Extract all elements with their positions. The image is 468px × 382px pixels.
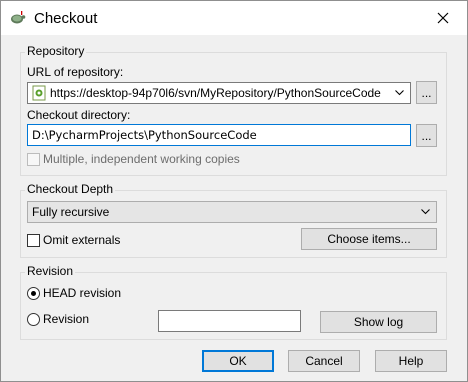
revision-number-field[interactable]	[158, 310, 301, 332]
help-label: Help	[398, 354, 424, 368]
radio-selected-dot	[31, 291, 36, 296]
window-title: Checkout	[34, 10, 98, 27]
revision-label: Revision	[43, 312, 90, 326]
url-combobox[interactable]: https://desktop-94p70l6/svn/MyRepository…	[27, 82, 411, 104]
revision-radio[interactable]	[27, 313, 40, 326]
multiple-copies-checkbox[interactable]	[27, 153, 40, 166]
head-revision-label: HEAD revision	[43, 286, 122, 300]
title-bar[interactable]: Checkout	[1, 1, 467, 35]
show-log-label: Show log	[353, 315, 404, 329]
chevron-down-icon	[421, 209, 430, 215]
omit-externals-label: Omit externals	[43, 233, 121, 247]
ok-button[interactable]: OK	[202, 350, 274, 372]
repository-legend: Repository	[25, 44, 87, 58]
checkout-dir-value: D:\PycharmProjects\PythonSourceCode	[32, 128, 257, 142]
chevron-down-icon	[395, 90, 404, 96]
close-icon	[437, 12, 449, 24]
checkout-dir-label: Checkout directory:	[27, 108, 131, 122]
url-value: https://desktop-94p70l6/svn/MyRepository…	[50, 86, 381, 100]
close-button[interactable]	[431, 7, 455, 29]
cancel-button[interactable]: Cancel	[288, 350, 360, 372]
svn-url-icon	[32, 85, 46, 101]
url-browse-button[interactable]: ...	[416, 81, 437, 104]
choose-items-label: Choose items...	[327, 232, 411, 246]
omit-externals-checkbox[interactable]	[27, 234, 40, 247]
help-button[interactable]: Help	[375, 350, 447, 372]
ok-label: OK	[229, 354, 247, 368]
depth-select[interactable]: Fully recursive	[27, 201, 437, 223]
dir-browse-label: ...	[421, 128, 432, 143]
dir-browse-button[interactable]: ...	[416, 124, 437, 147]
depth-selected-value: Fully recursive	[32, 205, 110, 219]
show-log-button[interactable]: Show log	[320, 311, 437, 333]
tortoise-svn-icon	[11, 11, 26, 24]
multiple-copies-label: Multiple, independent working copies	[43, 152, 240, 166]
checkout-depth-legend: Checkout Depth	[25, 182, 116, 196]
url-label: URL of repository:	[27, 65, 124, 79]
choose-items-button[interactable]: Choose items...	[301, 228, 437, 250]
head-revision-radio[interactable]	[27, 287, 40, 300]
checkout-dialog: Checkout Repository URL of repository: h…	[0, 0, 468, 382]
cancel-label: Cancel	[305, 354, 343, 368]
revision-legend: Revision	[25, 264, 76, 278]
url-browse-label: ...	[421, 85, 432, 100]
checkout-dir-field[interactable]: D:\PycharmProjects\PythonSourceCode	[27, 124, 411, 146]
